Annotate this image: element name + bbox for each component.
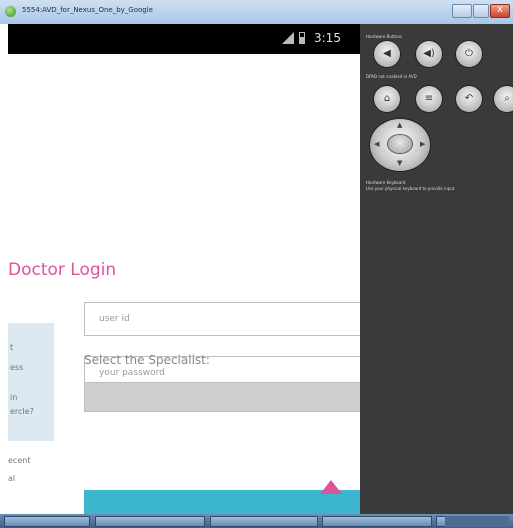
dpad-label: DPAD not enabled in AVD xyxy=(366,74,417,79)
dpad-up-icon[interactable]: ▲ xyxy=(397,121,402,129)
userid-input[interactable]: user id xyxy=(84,302,360,336)
taskbar-item[interactable] xyxy=(210,516,318,527)
home-button[interactable]: ⌂ xyxy=(374,86,400,112)
side-panel-link[interactable]: ercle? xyxy=(10,407,34,416)
arrow-up-icon xyxy=(320,480,342,494)
app-icon xyxy=(5,6,16,17)
specialist-spinner[interactable] xyxy=(84,382,360,412)
back-icon: ↶ xyxy=(464,93,474,104)
volume-up-icon: ◀) xyxy=(423,48,435,59)
hardware-buttons-label: Hardware Buttons xyxy=(366,34,403,39)
power-button[interactable]: ⏻ xyxy=(456,41,482,67)
window-title: 5554:AVD_for_Nexus_One_by_Google xyxy=(22,6,153,14)
volume-down-button[interactable]: ◀ xyxy=(374,41,400,67)
userid-placeholder: user id xyxy=(99,314,130,324)
side-panel-text: t xyxy=(10,343,14,352)
emulator-controls: Hardware Buttons ◀ ◀) ⏻ DPAD not enabled… xyxy=(360,24,513,514)
system-tray xyxy=(445,516,509,527)
side-text: ecent xyxy=(8,456,31,465)
app-screen: Doctor Login t ess in ercle? ecent al us… xyxy=(8,54,360,514)
side-panel: t ess in ercle? xyxy=(8,323,54,441)
taskbar-item[interactable] xyxy=(322,516,432,527)
dpad-center-button[interactable] xyxy=(388,135,412,153)
page-title: Doctor Login xyxy=(8,260,117,280)
status-clock: 3:15 xyxy=(314,31,341,45)
minimize-button[interactable] xyxy=(452,4,472,18)
close-button[interactable] xyxy=(490,4,510,18)
keyboard-note: Use your physical keyboard to provide in… xyxy=(366,186,455,191)
dpad-right-icon[interactable]: ▶ xyxy=(420,140,425,148)
dpad[interactable]: ▲ ▼ ◀ ▶ xyxy=(370,119,430,171)
window-title-bar[interactable]: 5554:AVD_for_Nexus_One_by_Google xyxy=(0,0,513,24)
password-placeholder: your password xyxy=(99,368,165,378)
volume-up-button[interactable]: ◀) xyxy=(416,41,442,67)
battery-icon xyxy=(299,32,305,44)
search-button[interactable]: ⌕ xyxy=(494,86,513,112)
volume-down-icon: ◀ xyxy=(383,48,391,59)
dpad-left-icon[interactable]: ◀ xyxy=(374,140,379,148)
keyboard-label: Hardware Keyboard xyxy=(366,180,406,185)
power-icon: ⏻ xyxy=(465,48,473,59)
signal-icon xyxy=(282,32,294,44)
maximize-button[interactable] xyxy=(473,4,489,18)
back-button[interactable]: ↶ xyxy=(456,86,482,112)
specialist-label: Select the Specialist: xyxy=(84,353,210,367)
side-text: al xyxy=(8,474,16,483)
taskbar-item[interactable] xyxy=(95,516,205,527)
dpad-down-icon[interactable]: ▼ xyxy=(397,159,402,167)
taskbar xyxy=(0,514,513,528)
menu-button[interactable]: ≡ xyxy=(416,86,442,112)
home-icon: ⌂ xyxy=(383,93,391,104)
taskbar-item[interactable] xyxy=(4,516,90,527)
side-panel-text: ess xyxy=(10,363,24,372)
menu-icon: ≡ xyxy=(424,93,434,104)
side-panel-link[interactable]: in xyxy=(10,393,17,402)
login-button[interactable] xyxy=(84,490,360,514)
status-bar: 3:15 xyxy=(8,24,360,54)
search-icon: ⌕ xyxy=(504,93,510,104)
